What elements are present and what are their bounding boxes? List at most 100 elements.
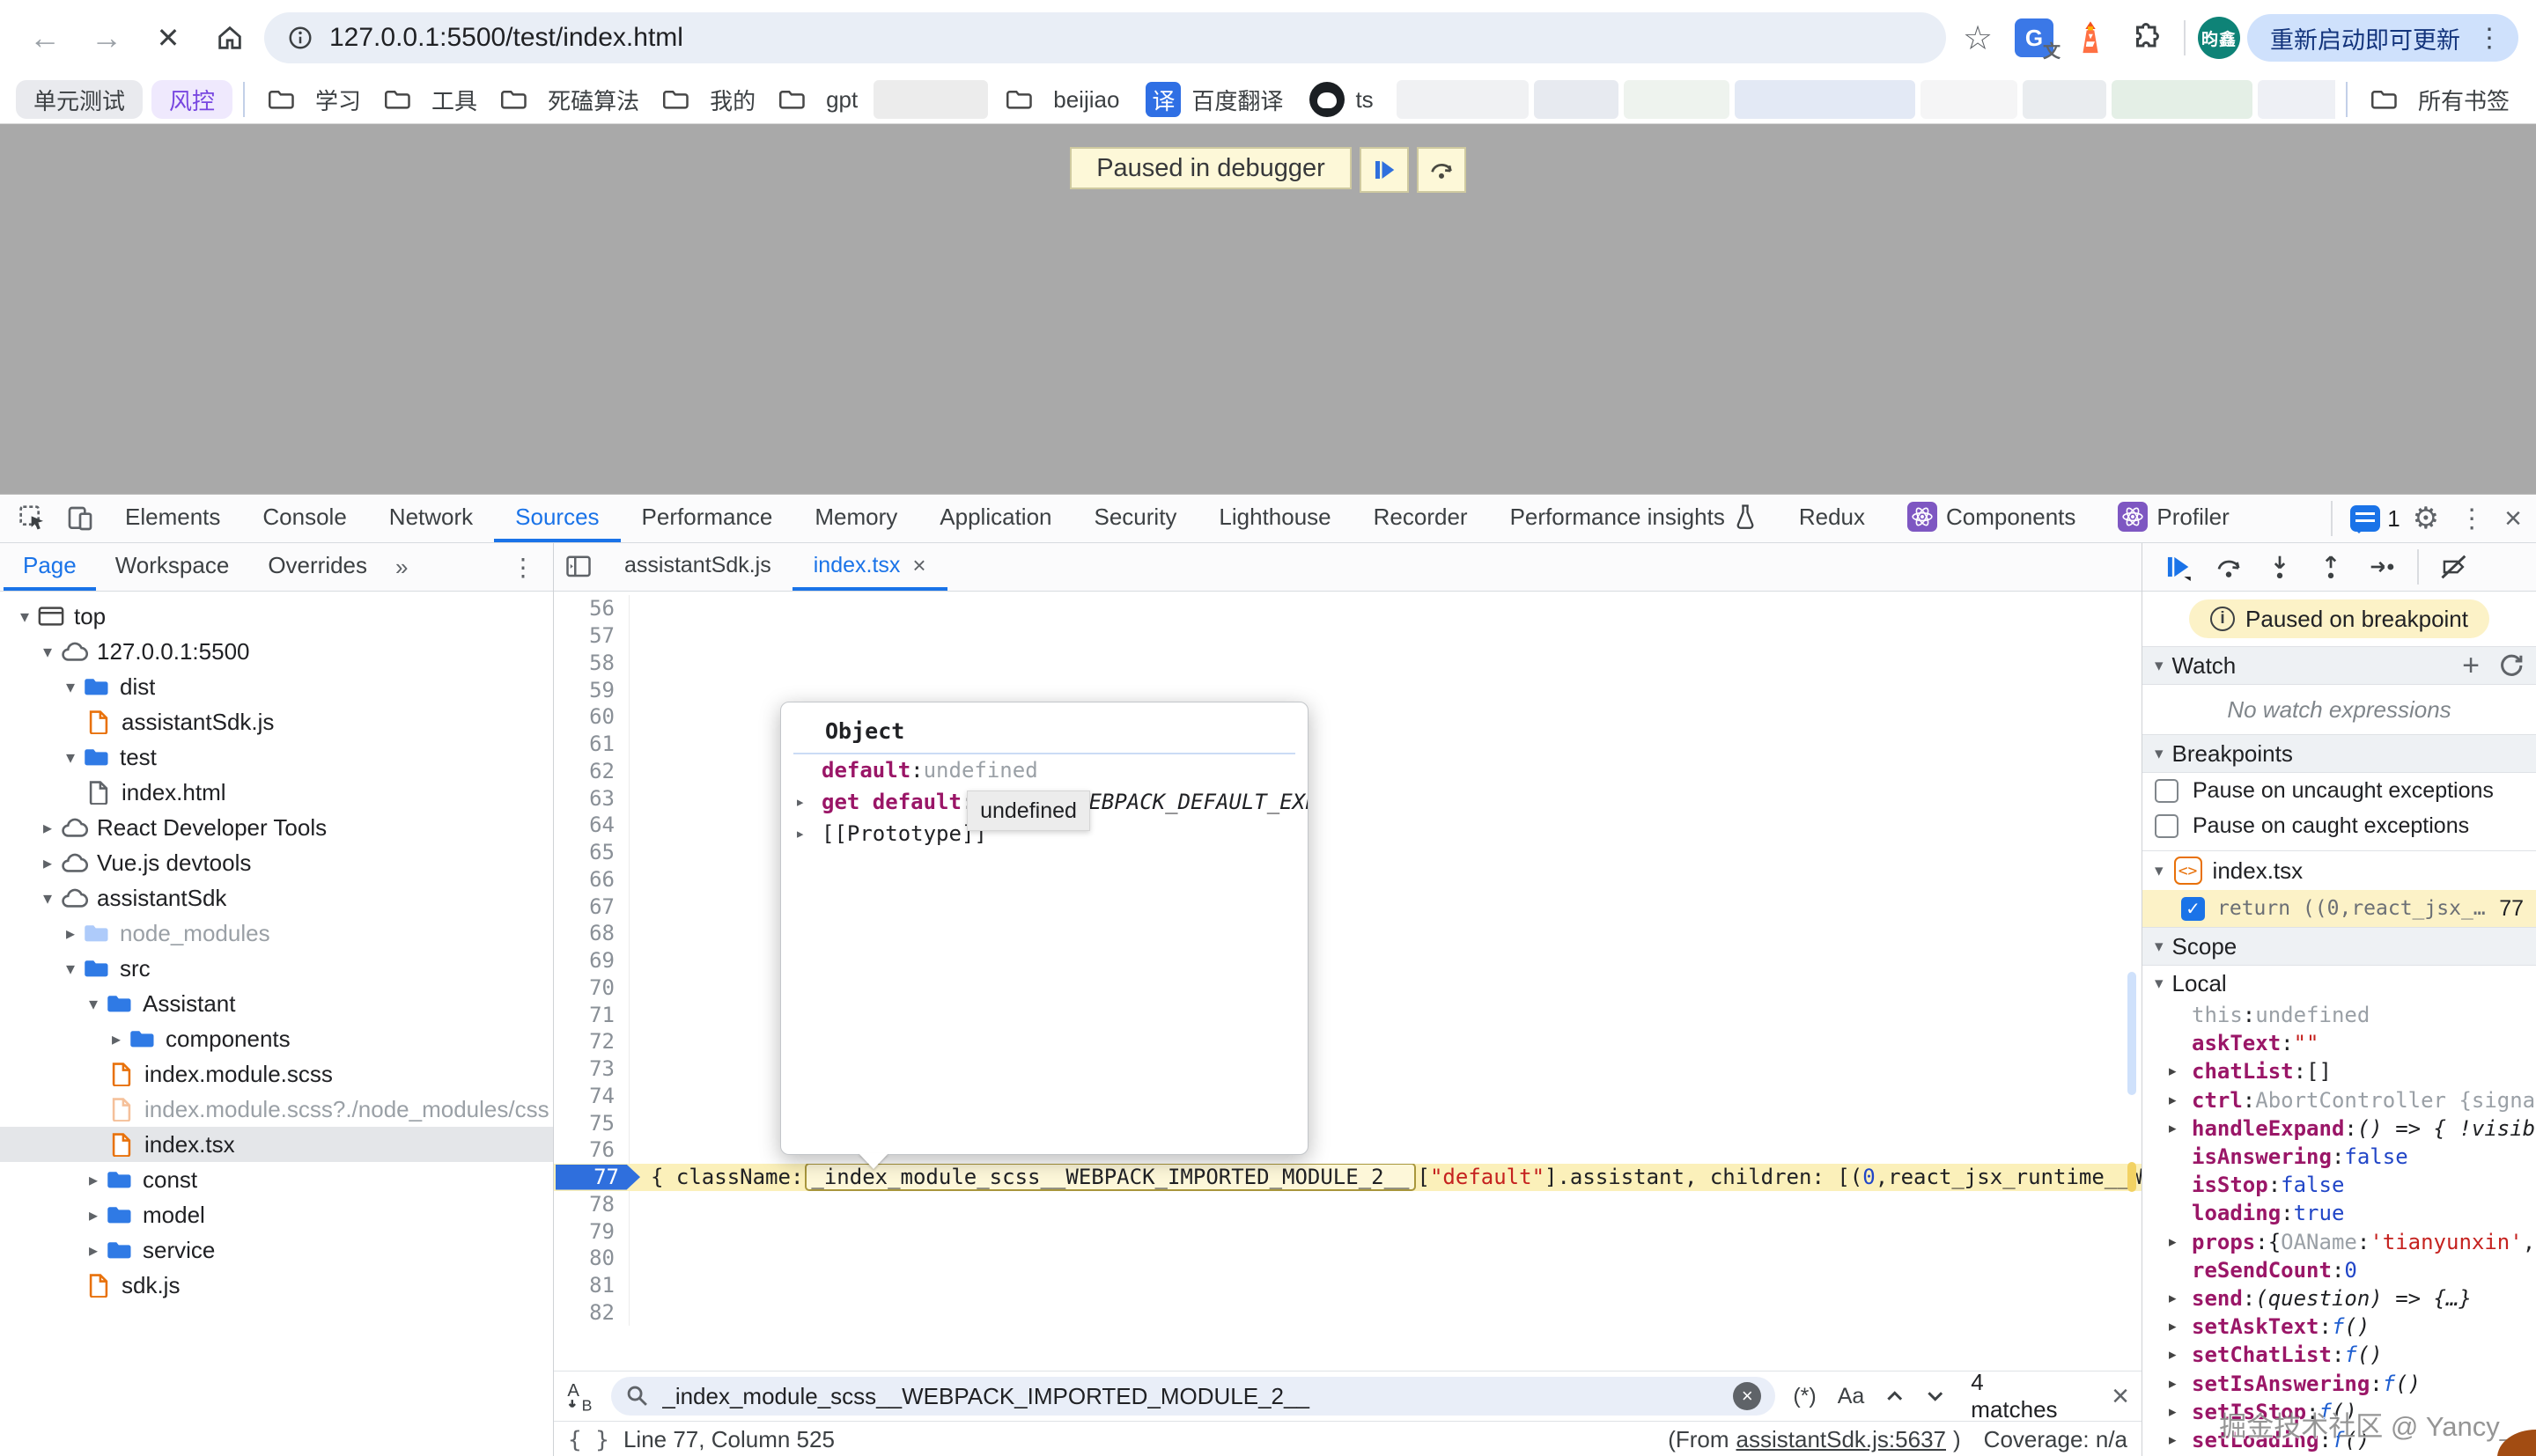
sidebar-tab-page[interactable]: Page <box>4 543 96 591</box>
stop-loading-icon[interactable]: ✕ <box>141 11 195 65</box>
scope-var-props[interactable]: ▸props: {OAName: 'tianyunxin', <box>2142 1228 2536 1256</box>
pretty-print-icon[interactable]: { } <box>568 1427 609 1453</box>
devtools-tab-console[interactable]: Console <box>241 495 367 542</box>
resume-script-button[interactable] <box>1360 147 1409 193</box>
disclosure-closed-icon[interactable]: ▸ <box>60 923 81 945</box>
editor-tab-index-tsx[interactable]: index.tsx× <box>792 543 947 591</box>
disclosure-open-icon[interactable]: ▾ <box>60 676 81 698</box>
inspect-element-icon[interactable] <box>9 499 56 538</box>
sidebar-menu-icon[interactable]: ⋮ <box>497 553 549 582</box>
translate-icon[interactable]: G <box>2009 13 2059 63</box>
scope-var-resendcount[interactable]: reSendCount: 0 <box>2142 1256 2536 1284</box>
step-over-button[interactable] <box>1417 147 1466 193</box>
disclosure-closed-icon[interactable]: ▸ <box>83 1239 104 1261</box>
devtools-tab-application[interactable]: Application <box>918 495 1073 542</box>
disclosure-open-icon[interactable]: ▾ <box>60 958 81 980</box>
devtools-tab-performance[interactable]: Performance <box>621 495 794 542</box>
pause-uncaught-row[interactable]: Pause on uncaught exceptions <box>2142 773 2536 808</box>
expand-icon[interactable]: ▸ <box>795 792 822 812</box>
expand-icon[interactable]: ▸ <box>2169 1233 2192 1251</box>
scope-var-ctrl[interactable]: ▸ctrl: AbortController {signal: <box>2142 1086 2536 1114</box>
refresh-watch-icon[interactable] <box>2497 652 2524 679</box>
tree-item-dist[interactable]: ▾dist <box>0 669 553 704</box>
code-line-77[interactable]: 7777{ className: _index_module_scss__WEB… <box>554 1164 2142 1191</box>
breakpoints-section-header[interactable]: ▾ Breakpoints <box>2142 734 2536 773</box>
disclosure-open-icon[interactable]: ▾ <box>60 746 81 768</box>
step-over-icon[interactable] <box>2208 548 2250 586</box>
scope-var-setchatlist[interactable]: ▸setChatList: f () <box>2142 1341 2536 1369</box>
url-bar[interactable]: 127.0.0.1:5500/test/index.html <box>264 12 1946 63</box>
tree-item-components[interactable]: ▸components <box>0 1021 553 1056</box>
expand-icon[interactable]: ▸ <box>2169 1120 2192 1137</box>
code-line-59[interactable]: 59 <box>554 676 2142 703</box>
bookmark-folder-[interactable]: 我的 <box>650 84 766 116</box>
regex-toggle[interactable]: (*) <box>1789 1384 1819 1409</box>
step-into-icon[interactable] <box>2259 548 2301 586</box>
forward-icon[interactable]: → <box>79 11 134 65</box>
devtools-close-icon[interactable]: × <box>2504 502 2522 536</box>
bookmark-baidu-translate[interactable]: 译 百度翻译 <box>1135 82 1294 117</box>
code-line-81[interactable]: 81 <box>554 1272 2142 1299</box>
tree-item-react-developer-tools[interactable]: ▸React Developer Tools <box>0 810 553 845</box>
pause-caught-checkbox[interactable] <box>2155 814 2178 838</box>
tree-item-assistantsdk[interactable]: ▾assistantSdk <box>0 880 553 916</box>
code-line-79[interactable]: 79 <box>554 1217 2142 1245</box>
devtools-tab-components[interactable]: Components <box>1886 495 2097 542</box>
next-match-icon[interactable] <box>1922 1383 1948 1409</box>
bookmark-folder-[interactable]: 学习 <box>255 84 372 116</box>
previous-match-icon[interactable] <box>1882 1383 1907 1409</box>
code-line-56[interactable]: 56 <box>554 595 2142 622</box>
back-icon[interactable]: ← <box>18 11 72 65</box>
devtools-tab-profiler[interactable]: Profiler <box>2097 495 2250 542</box>
sidebar-tab-workspace[interactable]: Workspace <box>96 543 249 591</box>
scope-var-loading[interactable]: loading: true <box>2142 1199 2536 1227</box>
disclosure-open-icon[interactable]: ▾ <box>14 606 35 628</box>
pause-uncaught-checkbox[interactable] <box>2155 779 2178 803</box>
expand-icon[interactable]: ▸ <box>2169 1063 2192 1080</box>
devtools-tab-recorder[interactable]: Recorder <box>1353 495 1489 542</box>
scope-var-chatlist[interactable]: ▸chatList: [] <box>2142 1057 2536 1085</box>
tree-item-src[interactable]: ▾src <box>0 951 553 986</box>
lighthouse-extension-icon[interactable] <box>2066 13 2115 63</box>
breakpoint-file-group[interactable]: ▾ <> index.tsx <box>2142 851 2536 890</box>
scope-local-group[interactable]: ▾ Local <box>2142 966 2536 1001</box>
tree-item-index-module-scss-node-modules-css[interactable]: index.module.scss?./node_modules/css <box>0 1092 553 1127</box>
scope-var-asktext[interactable]: askText: "" <box>2142 1029 2536 1057</box>
devtools-tab-security[interactable]: Security <box>1073 495 1198 542</box>
tree-item-sdk-js[interactable]: sdk.js <box>0 1268 553 1303</box>
bookmark-folder-beijiao[interactable]: beijiao <box>993 86 1130 114</box>
disclosure-closed-icon[interactable]: ▸ <box>37 817 58 839</box>
devtools-tab-redux[interactable]: Redux <box>1778 495 1886 542</box>
pause-caught-row[interactable]: Pause on caught exceptions <box>2142 808 2536 843</box>
tree-item-127-0-0-1-5500[interactable]: ▾127.0.0.1:5500 <box>0 634 553 669</box>
tree-item-const[interactable]: ▸const <box>0 1162 553 1197</box>
disclosure-closed-icon[interactable]: ▸ <box>106 1028 127 1050</box>
devtools-tab-sources[interactable]: Sources <box>494 495 620 542</box>
tree-item-test[interactable]: ▾test <box>0 739 553 775</box>
devtools-tab-memory[interactable]: Memory <box>793 495 918 542</box>
tree-item-index-tsx[interactable]: index.tsx <box>0 1127 553 1162</box>
code-editor-area[interactable]: 5657585960616263646566676869707172737475… <box>554 592 2142 1371</box>
breakpoint-entry[interactable]: ✓ return ((0,react_jsx_… 77 <box>2142 890 2536 927</box>
step-out-icon[interactable] <box>2310 548 2352 586</box>
editor-tab-assistantsdk-js[interactable]: assistantSdk.js <box>603 543 792 591</box>
scope-var-handleexpand[interactable]: ▸handleExpand: () => { !visible <box>2142 1114 2536 1143</box>
all-bookmarks-button[interactable]: 所有书签 <box>2358 84 2520 116</box>
profile-avatar[interactable]: 昀鑫 <box>2198 17 2240 59</box>
clear-search-icon[interactable]: × <box>1733 1382 1761 1410</box>
tree-item-assistant[interactable]: ▾Assistant <box>0 986 553 1021</box>
tab-group-chip-[interactable]: 单元测试 <box>16 80 143 119</box>
collapse-sidebar-icon[interactable] <box>554 554 603 580</box>
disclosure-open-icon[interactable]: ▾ <box>83 993 104 1015</box>
tree-item-index-html[interactable]: index.html <box>0 775 553 810</box>
devtools-menu-icon[interactable]: ⋮ <box>2451 504 2492 534</box>
disclosure-open-icon[interactable]: ▾ <box>37 887 58 909</box>
tab-group-chip-[interactable]: 风控 <box>151 80 232 119</box>
code-line-78[interactable]: 78 <box>554 1191 2142 1218</box>
scope-var-isstop[interactable]: isStop: false <box>2142 1171 2536 1199</box>
watch-section-header[interactable]: ▾ Watch + <box>2142 646 2536 685</box>
close-tab-icon[interactable]: × <box>912 552 925 579</box>
disclosure-open-icon[interactable]: ▾ <box>37 641 58 663</box>
code-line-57[interactable]: 57 <box>554 622 2142 650</box>
code-line-80[interactable]: 80 <box>554 1245 2142 1272</box>
